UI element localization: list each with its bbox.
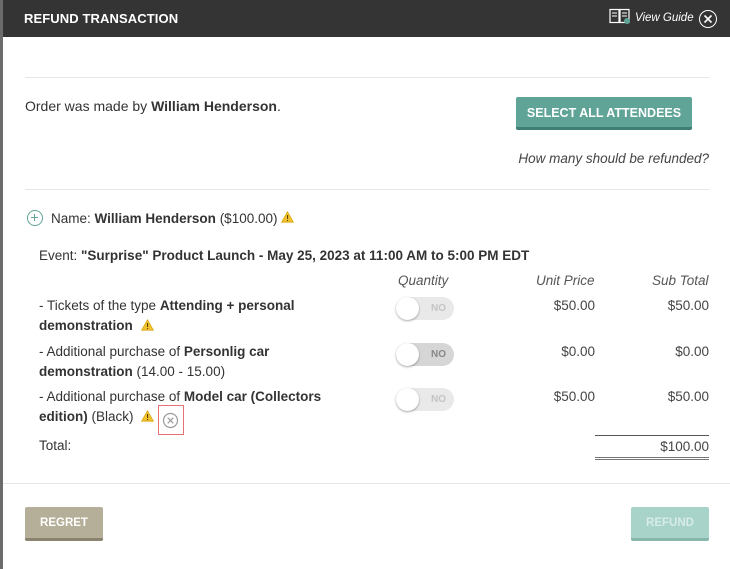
divider xyxy=(25,77,709,78)
refund-toggle-3[interactable]: NO xyxy=(396,388,454,411)
col-quantity: Quantity xyxy=(398,273,449,288)
view-guide-link[interactable]: View Guide xyxy=(609,8,694,28)
toggle-knob xyxy=(396,297,419,320)
attendee-name: Name: William Henderson ($100.00) xyxy=(51,210,278,226)
item-unit-price: $0.00 xyxy=(561,344,595,359)
book-icon xyxy=(609,8,635,28)
item-unit-price: $50.00 xyxy=(553,389,595,404)
refund-toggle-1[interactable]: NO xyxy=(396,297,454,320)
close-button[interactable] xyxy=(699,10,717,28)
modal-header: REFUND TRANSACTION View Guide xyxy=(3,0,730,37)
item-sub-total: $0.00 xyxy=(675,344,709,359)
warning-icon xyxy=(141,408,155,428)
warning-icon xyxy=(281,210,295,226)
total-value: $100.00 xyxy=(660,439,709,454)
item-unit-price: $50.00 xyxy=(553,298,595,313)
total-rule-bottom xyxy=(595,457,709,460)
divider xyxy=(25,189,709,190)
order-made-by: Order was made by William Henderson. xyxy=(25,98,281,114)
remove-item-button[interactable] xyxy=(158,405,184,435)
toggle-label: NO xyxy=(431,394,446,405)
item-row-1: - Tickets of the type Attending + person… xyxy=(39,296,339,337)
toggle-knob xyxy=(396,343,419,366)
how-many-refund-label: How many should be refunded? xyxy=(518,151,709,166)
col-sub-total: Sub Total xyxy=(652,273,709,288)
refund-toggle-2[interactable]: NO xyxy=(396,343,454,366)
toggle-label: NO xyxy=(431,303,446,314)
modal-title: REFUND TRANSACTION xyxy=(24,11,179,26)
expand-plus-icon[interactable] xyxy=(27,210,43,226)
refund-modal: REFUND TRANSACTION View Guide Order was … xyxy=(3,0,730,569)
col-unit-price: Unit Price xyxy=(536,273,595,288)
view-guide-label: View Guide xyxy=(635,12,694,24)
total-label: Total: xyxy=(39,438,72,453)
remove-circle-icon xyxy=(162,412,179,429)
item-sub-total: $50.00 xyxy=(667,298,709,313)
attendee-row: Name: William Henderson ($100.00) xyxy=(27,210,295,226)
item-row-2: - Additional purchase of Personlig car d… xyxy=(39,344,270,379)
item-sub-total: $50.00 xyxy=(667,389,709,404)
refund-button[interactable]: REFUND xyxy=(631,507,709,541)
toggle-knob xyxy=(396,388,419,411)
footer-divider xyxy=(3,483,730,484)
event-line: Event: "Surprise" Product Launch - May 2… xyxy=(39,248,530,263)
total-rule-top xyxy=(595,435,709,436)
toggle-label: NO xyxy=(431,349,446,360)
attendee-amount: ($100.00) xyxy=(219,210,278,226)
warning-icon xyxy=(140,317,154,337)
item-row-3: - Additional purchase of Model car (Coll… xyxy=(39,387,339,428)
customer-name: William Henderson xyxy=(151,98,277,114)
event-name: "Surprise" Product Launch - May 25, 2023… xyxy=(81,248,530,263)
regret-button[interactable]: REGRET xyxy=(25,507,103,541)
close-icon xyxy=(703,14,713,24)
select-all-attendees-button[interactable]: SELECT ALL ATTENDEES xyxy=(516,97,692,130)
